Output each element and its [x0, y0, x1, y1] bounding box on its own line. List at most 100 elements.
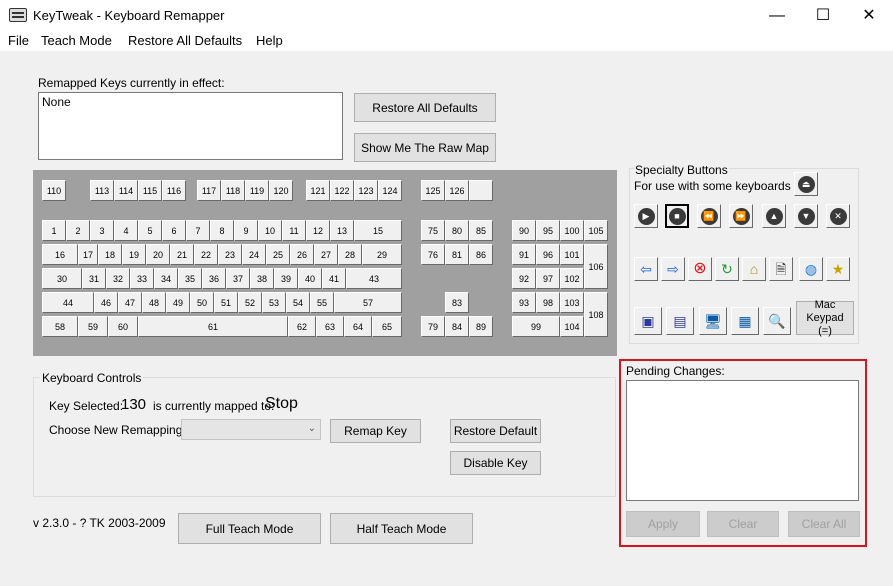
- key-89[interactable]: 89: [469, 316, 493, 337]
- key-126[interactable]: 126: [445, 180, 469, 201]
- apply-button[interactable]: Apply: [626, 511, 700, 537]
- key-25[interactable]: 25: [266, 244, 290, 265]
- key-46[interactable]: 46: [94, 292, 118, 313]
- search-button[interactable]: 🔍: [763, 307, 791, 335]
- key-91[interactable]: 91: [512, 244, 536, 265]
- key-124[interactable]: 124: [378, 180, 402, 201]
- key-93[interactable]: 93: [512, 292, 536, 313]
- key-47[interactable]: 47: [118, 292, 142, 313]
- volume-down-button[interactable]: ▼: [794, 204, 818, 228]
- previous-track-button[interactable]: ⏪: [697, 204, 721, 228]
- key-99[interactable]: 99: [512, 316, 560, 337]
- play-button[interactable]: ▶: [634, 204, 658, 228]
- mac-keypad-button[interactable]: Mac Keypad (=): [796, 299, 854, 337]
- key-55[interactable]: 55: [310, 292, 334, 313]
- menu-teach-mode[interactable]: Teach Mode: [41, 33, 112, 48]
- key-12[interactable]: 12: [306, 220, 330, 241]
- key-1[interactable]: 1: [42, 220, 66, 241]
- key-121[interactable]: 121: [306, 180, 330, 201]
- key-11[interactable]: 11: [282, 220, 306, 241]
- key-76[interactable]: 76: [421, 244, 445, 265]
- media-select-button[interactable]: ▣: [634, 307, 662, 335]
- key-58[interactable]: 58: [42, 316, 78, 337]
- next-track-button[interactable]: ⏩: [729, 204, 753, 228]
- half-teach-mode-button[interactable]: Half Teach Mode: [330, 513, 473, 544]
- menu-restore-all-defaults[interactable]: Restore All Defaults: [128, 33, 242, 48]
- key-80[interactable]: 80: [445, 220, 469, 241]
- key-59[interactable]: 59: [78, 316, 108, 337]
- key-38[interactable]: 38: [250, 268, 274, 289]
- browser-home-button[interactable]: ⌂: [742, 257, 766, 281]
- key-13[interactable]: 13: [330, 220, 354, 241]
- key-108[interactable]: 108: [584, 292, 608, 337]
- key-5[interactable]: 5: [138, 220, 162, 241]
- key-102[interactable]: 102: [560, 268, 584, 289]
- browser-search-button[interactable]: 🗎: [769, 257, 793, 281]
- key-19[interactable]: 19: [122, 244, 146, 265]
- browser-favorites-button[interactable]: ◍: [799, 257, 823, 281]
- key-115[interactable]: 115: [138, 180, 162, 201]
- menu-file[interactable]: File: [8, 33, 29, 48]
- key-123[interactable]: 123: [354, 180, 378, 201]
- key-125[interactable]: 125: [421, 180, 445, 201]
- key-37[interactable]: 37: [226, 268, 250, 289]
- key-31[interactable]: 31: [82, 268, 106, 289]
- key-106[interactable]: 106: [584, 244, 608, 289]
- my-computer-button[interactable]: 🖥: [699, 307, 727, 335]
- remapping-select[interactable]: ⌄: [181, 419, 321, 440]
- key-20[interactable]: 20: [146, 244, 170, 265]
- browser-stop-button[interactable]: ⊗: [688, 257, 712, 281]
- key-120[interactable]: 120: [269, 180, 293, 201]
- key-39[interactable]: 39: [274, 268, 298, 289]
- key-79[interactable]: 79: [421, 316, 445, 337]
- key-100[interactable]: 100: [560, 220, 584, 241]
- key-52[interactable]: 52: [238, 292, 262, 313]
- key-75[interactable]: 75: [421, 220, 445, 241]
- remapped-keys-list[interactable]: None: [38, 92, 343, 160]
- browser-refresh-button[interactable]: ↻: [715, 257, 739, 281]
- key-117[interactable]: 117: [197, 180, 221, 201]
- key-26[interactable]: 26: [290, 244, 314, 265]
- key-43[interactable]: 43: [346, 268, 402, 289]
- key-104[interactable]: 104: [560, 316, 584, 337]
- key-50[interactable]: 50: [190, 292, 214, 313]
- key-33[interactable]: 33: [130, 268, 154, 289]
- key-57[interactable]: 57: [334, 292, 402, 313]
- menu-help[interactable]: Help: [256, 33, 283, 48]
- key-7[interactable]: 7: [186, 220, 210, 241]
- calculator-button[interactable]: ▦: [731, 307, 759, 335]
- key-48[interactable]: 48: [142, 292, 166, 313]
- volume-up-button[interactable]: ▲: [762, 204, 786, 228]
- key-64[interactable]: 64: [344, 316, 372, 337]
- key-83[interactable]: 83: [445, 292, 469, 313]
- browser-back-button[interactable]: ⇦: [634, 257, 658, 281]
- key-98[interactable]: 98: [536, 292, 560, 313]
- key-3[interactable]: 3: [90, 220, 114, 241]
- remap-key-button[interactable]: Remap Key: [330, 419, 421, 443]
- key-122[interactable]: 122: [330, 180, 354, 201]
- disable-key-button[interactable]: Disable Key: [450, 451, 541, 475]
- key-118[interactable]: 118: [221, 180, 245, 201]
- key-32[interactable]: 32: [106, 268, 130, 289]
- pending-changes-list[interactable]: [626, 380, 859, 501]
- clear-button[interactable]: Clear: [707, 511, 779, 537]
- key-84[interactable]: 84: [445, 316, 469, 337]
- key-34[interactable]: 34: [154, 268, 178, 289]
- clear-all-button[interactable]: Clear All: [788, 511, 860, 537]
- key-51[interactable]: 51: [214, 292, 238, 313]
- email-button[interactable]: ▤: [666, 307, 694, 335]
- key-blank[interactable]: [469, 180, 493, 201]
- key-2[interactable]: 2: [66, 220, 90, 241]
- key-103[interactable]: 103: [560, 292, 584, 313]
- key-18[interactable]: 18: [98, 244, 122, 265]
- restore-default-button[interactable]: Restore Default: [450, 419, 541, 443]
- key-44[interactable]: 44: [42, 292, 94, 313]
- key-92[interactable]: 92: [512, 268, 536, 289]
- key-17[interactable]: 17: [78, 244, 98, 265]
- show-raw-map-button[interactable]: Show Me The Raw Map: [354, 133, 496, 162]
- key-53[interactable]: 53: [262, 292, 286, 313]
- key-65[interactable]: 65: [372, 316, 402, 337]
- key-62[interactable]: 62: [288, 316, 316, 337]
- key-101[interactable]: 101: [560, 244, 584, 265]
- key-35[interactable]: 35: [178, 268, 202, 289]
